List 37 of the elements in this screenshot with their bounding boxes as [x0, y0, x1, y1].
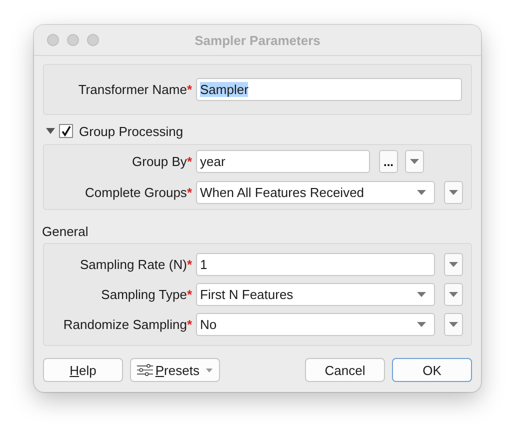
caret-icon — [449, 262, 458, 267]
field-label: Randomize Sampling* — [62, 317, 192, 332]
caret-icon — [410, 159, 419, 164]
caret-icon — [449, 190, 458, 195]
menu-button[interactable] — [405, 150, 424, 173]
caret-icon — [449, 322, 458, 327]
field-label: Transformer Name* — [77, 82, 192, 97]
dropdown[interactable]: First N Features — [196, 283, 435, 306]
collapse-arrow-icon[interactable] — [46, 128, 55, 134]
section-label: General — [42, 224, 88, 238]
presets-button[interactable]: Presets — [130, 358, 220, 382]
dropdown[interactable]: No — [196, 313, 435, 336]
browse-button[interactable]: ... — [379, 150, 398, 173]
menu-button[interactable] — [444, 253, 463, 276]
input-field[interactable]: Sampler — [196, 78, 462, 101]
section-label: Group Processing — [79, 124, 184, 138]
field-label: Group By* — [131, 154, 192, 169]
sliders-icon — [137, 363, 154, 377]
field-label: Sampling Rate (N)* — [79, 257, 192, 272]
caret-icon — [206, 368, 213, 372]
caret-icon — [417, 190, 426, 195]
input-field[interactable]: 1 — [196, 253, 435, 276]
caret-icon — [417, 322, 426, 327]
window-title: Sampler Parameters — [194, 32, 320, 48]
field-label: Sampling Type* — [100, 287, 192, 302]
caret-icon — [417, 292, 426, 297]
dialog-button[interactable]: Cancel — [305, 358, 385, 382]
menu-button[interactable] — [444, 181, 463, 204]
caret-icon — [449, 292, 458, 297]
menu-button[interactable] — [444, 313, 463, 336]
menu-button[interactable] — [444, 283, 463, 306]
checkbox[interactable] — [59, 124, 73, 138]
field-label: Complete Groups* — [84, 185, 192, 200]
dialog-button[interactable]: Help — [43, 358, 123, 382]
input-field[interactable]: year — [196, 150, 370, 173]
dialog-button[interactable]: OK — [392, 358, 472, 382]
dropdown[interactable]: When All Features Received — [196, 181, 435, 204]
